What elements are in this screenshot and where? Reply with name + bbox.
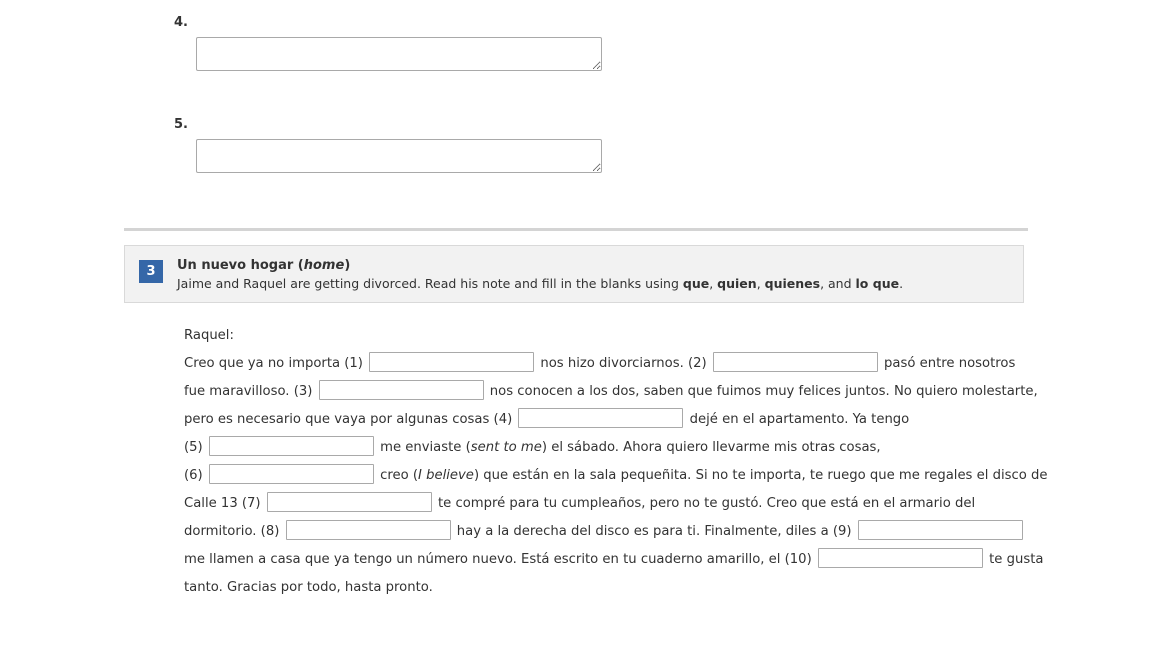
letter-line: dormitorio. (8) hay a la derecha del dis…	[184, 518, 1023, 546]
letter-line: me llamen a casa que ya tengo un número …	[184, 546, 1043, 574]
question-number-5: 5.	[174, 117, 188, 132]
blank-5[interactable]	[208, 436, 374, 456]
blank-8[interactable]	[285, 520, 451, 540]
letter-line: Calle 13 (7) te compré para tu cumpleaño…	[184, 490, 1014, 518]
letter-line: pero es necesario que vaya por algunas c…	[184, 406, 1014, 434]
blank-4[interactable]	[518, 408, 684, 428]
letter-body: Raquel: Creo que ya no importa (1) nos h…	[184, 322, 1048, 602]
blank-6[interactable]	[208, 464, 374, 484]
blank-10[interactable]	[817, 548, 983, 568]
letter-closing: tanto. Gracias por todo, hasta pronto.	[184, 580, 433, 595]
letter-line: (5) me enviaste (sent to me) el sábado. …	[184, 434, 1014, 462]
blank-9[interactable]	[857, 520, 1023, 540]
blank-7[interactable]	[266, 492, 432, 512]
section-divider	[124, 228, 1028, 231]
activity-instructions: Jaime and Raquel are getting divorced. R…	[177, 276, 904, 291]
blank-1[interactable]	[369, 352, 535, 372]
answer-textarea-4[interactable]	[196, 37, 602, 71]
blank-2[interactable]	[712, 352, 878, 372]
activity-number-badge: 3	[139, 260, 163, 283]
activity-title: Un nuevo hogar (home)	[177, 258, 351, 273]
blank-3[interactable]	[318, 380, 484, 400]
answer-textarea-5[interactable]	[196, 139, 602, 173]
letter-greeting: Raquel:	[184, 328, 234, 343]
activity-header: 3 Un nuevo hogar (home) Jaime and Raquel…	[124, 245, 1024, 303]
question-number-4: 4.	[174, 15, 188, 30]
letter-line: Creo que ya no importa (1) nos hizo divo…	[184, 350, 1015, 378]
letter-line: fue maravilloso. (3) nos conocen a los d…	[184, 378, 1038, 406]
letter-line: (6) creo (I believe) que están en la sal…	[184, 462, 1048, 490]
